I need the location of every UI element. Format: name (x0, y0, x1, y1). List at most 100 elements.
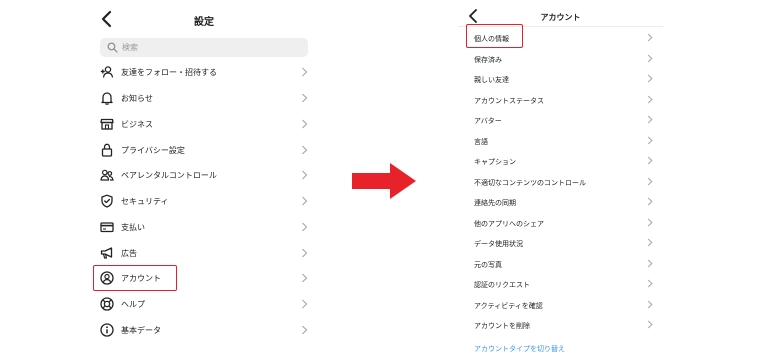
chevron-right-icon (647, 300, 653, 309)
arrow-right-icon (352, 163, 416, 199)
account-item-sharing[interactable]: 他のアプリへのシェア (458, 213, 663, 233)
account-item-label: 保存済み (474, 56, 502, 64)
account-item-data-usage[interactable]: データ使用状況 (458, 233, 663, 253)
account-item-label: 言語 (474, 138, 488, 146)
account-item-close-friends[interactable]: 親しい友達 (458, 69, 663, 89)
shield-icon (101, 194, 113, 208)
search-input[interactable]: 検索 (100, 38, 308, 57)
chevron-right-icon (647, 33, 653, 42)
account-screen: アカウント 個人の情報 保存済み 親しい友達 アカウントステータス アバター 言… (458, 0, 663, 363)
account-item-label: アカウントを削除 (474, 322, 530, 330)
account-item-language[interactable]: 言語 (458, 131, 663, 151)
credit-card-icon (100, 222, 114, 233)
settings-item-payments[interactable]: 支払い (90, 215, 318, 239)
settings-item-parental-control[interactable]: ペアレンタルコントロール (90, 163, 318, 187)
bell-icon (101, 92, 113, 105)
chevron-right-icon (302, 196, 308, 206)
account-item-review-activity[interactable]: アクティビティを確認 (458, 295, 663, 315)
settings-item-help[interactable]: ヘルプ (90, 292, 318, 316)
chevron-right-icon (647, 238, 653, 247)
page-title: 設定 (194, 17, 214, 28)
page-title: アカウント (540, 13, 581, 22)
settings-item-label: 基本データ (121, 326, 161, 335)
account-item-captions[interactable]: キャプション (458, 151, 663, 171)
account-item-label: 連絡先の同期 (474, 199, 516, 207)
chevron-right-icon (302, 222, 308, 232)
chevron-right-icon (647, 177, 653, 186)
chevron-right-icon (302, 93, 308, 103)
account-item-original-photos[interactable]: 元の写真 (458, 254, 663, 274)
chevron-right-icon (302, 273, 308, 283)
chevron-right-icon (302, 325, 308, 335)
settings-item-label: 広告 (121, 249, 137, 258)
account-item-label: キャプション (474, 158, 516, 166)
account-item-account-status[interactable]: アカウントステータス (458, 90, 663, 110)
account-item-saved[interactable]: 保存済み (458, 49, 663, 69)
settings-item-label: ペアレンタルコントロール (121, 171, 217, 180)
account-item-avatar[interactable]: アバター (458, 110, 663, 130)
account-item-label: 元の写真 (474, 261, 502, 269)
switch-account-type-link[interactable]: アカウントタイプを切り替え (474, 344, 565, 354)
people-icon (100, 169, 114, 181)
settings-item-label: プライバシー設定 (121, 146, 185, 155)
account-item-delete-account[interactable]: アカウントを削除 (458, 315, 663, 335)
account-item-label: アクティビティを確認 (474, 302, 543, 310)
account-circle-icon (100, 271, 114, 285)
chevron-right-icon (647, 95, 653, 104)
chevron-right-icon (647, 115, 653, 124)
account-item-label: アバター (474, 117, 502, 125)
account-item-label: 認証のリクエスト (474, 281, 530, 289)
search-icon (107, 42, 118, 53)
settings-item-follow-invite[interactable]: 友達をフォロー・招待する (90, 60, 318, 84)
account-item-label: 親しい友達 (474, 76, 509, 84)
lock-icon (101, 143, 113, 157)
chevron-right-icon (647, 156, 653, 165)
settings-item-label: 友達をフォロー・招待する (121, 68, 217, 77)
chevron-right-icon (647, 218, 653, 227)
search-placeholder: 検索 (122, 43, 138, 52)
account-item-verification[interactable]: 認証のリクエスト (458, 274, 663, 294)
account-item-sensitive-content[interactable]: 不適切なコンテンツのコントロール (458, 172, 663, 192)
megaphone-icon (100, 247, 113, 259)
settings-item-account[interactable]: アカウント (90, 266, 318, 290)
chevron-right-icon (647, 136, 653, 145)
chevron-right-icon (302, 248, 308, 258)
info-icon (100, 323, 114, 337)
chevron-right-icon (647, 74, 653, 83)
settings-item-security[interactable]: セキュリティ (90, 189, 318, 213)
settings-item-about[interactable]: 基本データ (90, 318, 318, 342)
chevron-right-icon (302, 170, 308, 180)
lifebuoy-icon (100, 297, 114, 311)
account-item-contact-sync[interactable]: 連絡先の同期 (458, 192, 663, 212)
account-item-label: アカウントステータス (474, 97, 544, 105)
chevron-right-icon (647, 54, 653, 63)
account-item-label: 他のアプリへのシェア (474, 220, 544, 228)
settings-item-label: ヘルプ (121, 300, 145, 309)
account-item-personal-info[interactable]: 個人の情報 (458, 28, 663, 48)
chevron-right-icon (647, 279, 653, 288)
shop-icon (100, 118, 114, 130)
settings-screen: 設定 検索 友達をフォロー・招待する お知らせ ビジネス プライバシー設定 ペア… (90, 0, 318, 363)
chevron-right-icon (647, 197, 653, 206)
settings-item-label: ビジネス (121, 120, 153, 129)
settings-item-label: 支払い (121, 223, 145, 232)
chevron-right-icon (302, 119, 308, 129)
account-header: アカウント (458, 5, 663, 27)
add-person-icon (100, 66, 114, 78)
settings-item-notifications[interactable]: お知らせ (90, 86, 318, 110)
settings-item-business[interactable]: ビジネス (90, 112, 318, 136)
settings-item-privacy[interactable]: プライバシー設定 (90, 138, 318, 162)
account-item-label: 個人の情報 (474, 35, 509, 43)
settings-item-label: セキュリティ (121, 197, 169, 206)
settings-item-label: お知らせ (121, 94, 153, 103)
chevron-right-icon (302, 299, 308, 309)
settings-item-ads[interactable]: 広告 (90, 241, 318, 265)
chevron-right-icon (302, 145, 308, 155)
header-divider (458, 26, 663, 27)
account-item-label: データ使用状況 (474, 240, 523, 248)
settings-header: 設定 (90, 8, 318, 30)
chevron-right-icon (647, 320, 653, 329)
chevron-right-icon (302, 67, 308, 77)
settings-item-label: アカウント (121, 274, 161, 283)
account-item-label: 不適切なコンテンツのコントロール (474, 179, 586, 187)
